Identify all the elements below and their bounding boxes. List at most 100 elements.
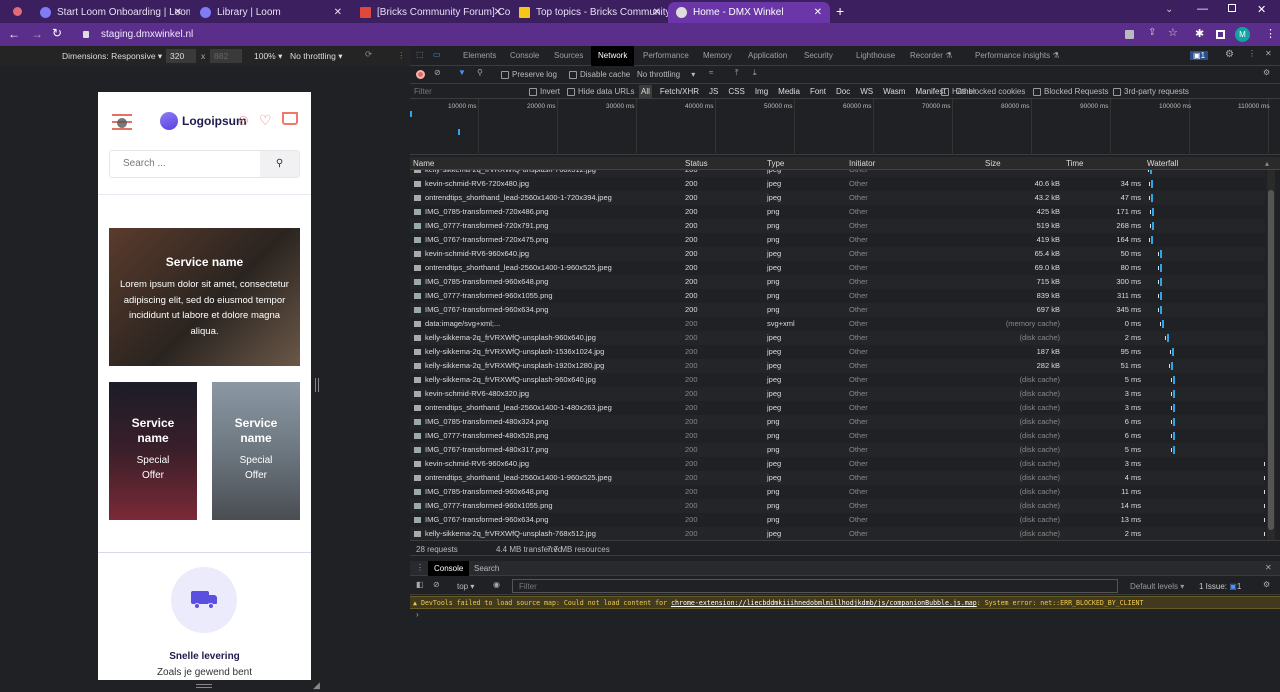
close-tab-icon[interactable]: ✕: [174, 7, 182, 18]
preserve-log-checkbox[interactable]: Preserve log: [501, 70, 557, 79]
network-request-row[interactable]: IMG_0777-transformed-960x1055.png 200 pn…: [410, 499, 1265, 513]
blocked-requests-checkbox[interactable]: Blocked Requests: [1033, 87, 1108, 96]
browser-tab-active[interactable]: Home - DMX Winkel ✕: [668, 2, 830, 23]
devtools-tab-elements[interactable]: Elements: [458, 46, 501, 66]
devtools-tab-application[interactable]: Application: [743, 46, 792, 66]
minimize-button[interactable]: —: [1197, 3, 1208, 15]
extensions-icon[interactable]: ✱: [1195, 27, 1204, 40]
reload-icon[interactable]: ↻: [52, 26, 62, 40]
close-tab-icon[interactable]: ✕: [814, 7, 822, 18]
type-filter-css[interactable]: CSS: [726, 85, 746, 98]
close-devtools-icon[interactable]: ✕: [1265, 49, 1272, 58]
issues-button[interactable]: 1 Issue: ▣1: [1199, 582, 1241, 591]
hide-data-urls-checkbox[interactable]: Hide data URLs: [567, 87, 634, 96]
network-request-row[interactable]: IMG_0767-transformed-720x475.png 200 png…: [410, 233, 1265, 247]
browser-menu-icon[interactable]: ⋮: [1265, 27, 1276, 40]
service-card[interactable]: Service name Special Offer: [212, 382, 300, 520]
service-card[interactable]: Service name Special Offer: [109, 382, 197, 520]
network-request-row[interactable]: ontrendtips_shorthand_lead-2560x1400-1-9…: [410, 471, 1265, 485]
drawer-tab-console[interactable]: Console: [428, 561, 470, 576]
network-request-row[interactable]: IMG_0785-transformed-480x324.png 200 png…: [410, 415, 1265, 429]
close-tab-icon[interactable]: ✕: [494, 7, 502, 18]
network-request-row[interactable]: kevin-schmid-RV6-960x640.jpg 200 jpeg Ot…: [410, 457, 1265, 471]
type-filter-ws[interactable]: WS: [858, 85, 875, 98]
type-filter-js[interactable]: JS: [707, 85, 720, 98]
devtools-tab-memory[interactable]: Memory: [698, 46, 737, 66]
network-request-row[interactable]: data:image/svg+xml;... 200 svg+xml Other…: [410, 317, 1265, 331]
column-header-initiator[interactable]: Initiator: [849, 159, 875, 168]
console-settings-icon[interactable]: ⚙: [1263, 580, 1270, 589]
console-filter-input[interactable]: Filter: [512, 579, 1118, 593]
drawer-tab-search[interactable]: Search: [474, 564, 499, 573]
column-header-time[interactable]: Time: [1066, 159, 1083, 168]
invert-checkbox[interactable]: Invert: [529, 87, 560, 96]
network-request-row[interactable]: kelly-sikkema-2q_frVRXWfQ-unsplash-960x6…: [410, 331, 1265, 345]
sidebar-toggle-icon[interactable]: ◧: [416, 580, 424, 589]
zoom-select[interactable]: 100% ▾: [254, 51, 282, 62]
live-expression-eye-icon[interactable]: ◉: [493, 580, 500, 589]
network-request-row[interactable]: kelly-sikkema-2q_frVRXWfQ-unsplash-1536x…: [410, 345, 1265, 359]
network-request-row[interactable]: kevin-schmid-RV6-960x640.jpg 200 jpeg Ot…: [410, 247, 1265, 261]
devtools-tab-performance[interactable]: Performance: [638, 46, 694, 66]
side-panel-icon[interactable]: [1216, 30, 1225, 39]
network-request-row[interactable]: IMG_0785-transformed-960x648.png 200 png…: [410, 485, 1265, 499]
column-header-name[interactable]: Name: [413, 159, 434, 168]
context-select[interactable]: top ▾: [457, 582, 474, 591]
export-har-icon[interactable]: ⤓: [753, 68, 757, 78]
log-levels-select[interactable]: Default levels ▾: [1130, 582, 1184, 591]
type-filter-doc[interactable]: Doc: [834, 85, 852, 98]
devtools-tab-console[interactable]: Console: [505, 46, 544, 66]
devtools-tab-recorder[interactable]: Recorder ⚗: [905, 46, 957, 66]
browser-tab[interactable]: [Bricks Community Forum] Confi ✕: [352, 2, 510, 23]
profile-avatar[interactable]: M: [1235, 27, 1250, 42]
type-filter-media[interactable]: Media: [776, 85, 802, 98]
search-button[interactable]: ⚲: [260, 151, 299, 177]
source-map-link[interactable]: chrome-extension://liecbddmkiiihnedobmlm…: [671, 599, 977, 607]
type-filter-fetchxhr[interactable]: Fetch/XHR: [658, 85, 701, 98]
url-field[interactable]: staging.dmxwinkel.nl: [75, 26, 1105, 43]
cart-icon[interactable]: [282, 112, 298, 125]
resize-handle-corner[interactable]: ◢: [313, 680, 320, 691]
import-har-icon[interactable]: ⤒: [735, 68, 739, 78]
network-settings-icon[interactable]: ⚙: [1263, 68, 1270, 77]
devtools-tab-performance-insights[interactable]: Performance insights ⚗: [970, 46, 1065, 66]
type-filter-font[interactable]: Font: [808, 85, 828, 98]
close-drawer-icon[interactable]: ✕: [1265, 563, 1272, 572]
resize-handle-bottom[interactable]: [196, 684, 212, 688]
network-request-row[interactable]: kevin-schmid-RV6-720x480.jpg 200 jpeg Ot…: [410, 177, 1265, 191]
hamburger-menu-icon[interactable]: [112, 114, 132, 130]
network-request-row[interactable]: ontrendtips_shorthand_lead-2560x1400-1-9…: [410, 261, 1265, 275]
rotate-icon[interactable]: ⟳: [365, 49, 372, 60]
new-tab-button[interactable]: +: [836, 3, 844, 19]
network-request-row[interactable]: IMG_0777-transformed-720x791.png 200 png…: [410, 219, 1265, 233]
type-filter-all[interactable]: All: [639, 85, 652, 98]
inspect-element-icon[interactable]: ⬚: [416, 50, 424, 59]
network-request-row[interactable]: kelly-sikkema-2q_frVRXWfQ-unsplash-1920x…: [410, 359, 1265, 373]
dimensions-select[interactable]: Dimensions: Responsive ▾: [62, 51, 162, 62]
translate-icon[interactable]: [1125, 30, 1134, 39]
type-filter-img[interactable]: Img: [753, 85, 770, 98]
third-party-requests-checkbox[interactable]: 3rd-party requests: [1113, 87, 1189, 96]
browser-tab[interactable]: Start Loom Onboarding | Loom ✕: [32, 2, 190, 23]
hero-service-card[interactable]: Service name Lorem ipsum dolor sit amet,…: [109, 228, 300, 366]
network-request-row[interactable]: IMG_0785-transformed-720x486.png 200 png…: [410, 205, 1265, 219]
account-icon[interactable]: ⚇: [238, 114, 249, 128]
devtools-tab-sources[interactable]: Sources: [549, 46, 588, 66]
back-icon[interactable]: ←: [8, 27, 20, 41]
width-input[interactable]: 320: [166, 49, 196, 63]
devtools-tab-network[interactable]: Network: [591, 46, 635, 66]
network-overview-timeline[interactable]: 10000 ms 20000 ms 30000 ms 40000 ms 50000 ms…: [410, 99, 1280, 155]
throttling-dropdown[interactable]: No throttling ▾: [637, 70, 695, 79]
height-input[interactable]: 882: [210, 49, 242, 63]
device-toggle-icon[interactable]: ▭: [433, 50, 441, 59]
search-icon[interactable]: ⚲: [477, 68, 483, 77]
bookmark-star-icon[interactable]: ☆: [1168, 26, 1178, 39]
network-request-row[interactable]: kelly-sikkema-2q_frVRXWfQ-unsplash-960x6…: [410, 373, 1265, 387]
close-tab-icon[interactable]: ✕: [653, 7, 661, 18]
network-request-row[interactable]: kelly-sikkema-2q_frVRXWfQ-unsplash-768x5…: [410, 170, 1265, 177]
forward-icon[interactable]: →: [31, 27, 43, 41]
network-conditions-icon[interactable]: ≈: [709, 68, 713, 77]
tab-search-icon[interactable]: ⌄: [1165, 4, 1173, 15]
network-request-row[interactable]: IMG_0777-transformed-960x1055.png 200 pn…: [410, 289, 1265, 303]
table-scrollbar[interactable]: [1267, 170, 1275, 540]
